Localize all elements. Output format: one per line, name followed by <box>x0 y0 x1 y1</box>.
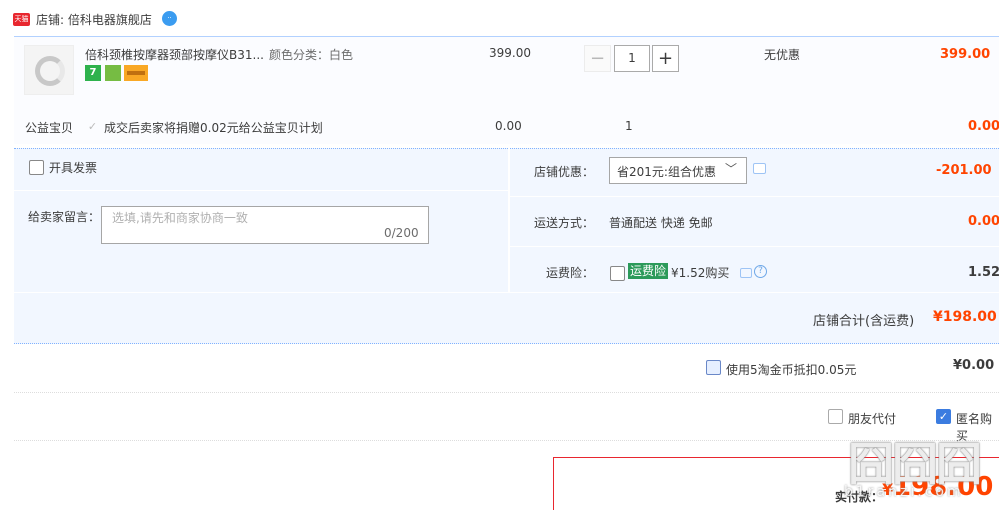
product-sku: 颜色分类：白色 <box>269 48 354 62</box>
comment-icon[interactable] <box>740 268 752 278</box>
product-thumbnail[interactable] <box>24 45 74 95</box>
tmall-icon: 天猫 <box>13 13 30 26</box>
unit-price: 399.00 <box>489 46 531 60</box>
charity-price: 0.00 <box>495 119 522 133</box>
seven-day-return-icon: 7 <box>85 65 101 81</box>
charity-text: 成交后卖家将捐赠0.02元给公益宝贝计划 <box>104 121 323 135</box>
friend-pay-checkbox[interactable] <box>828 409 843 424</box>
chevron-down-icon: ﹀ <box>725 162 738 176</box>
insurance-checkbox[interactable] <box>610 266 625 281</box>
help-icon[interactable]: ? <box>754 265 767 278</box>
shop-discount-label: 店铺优惠： <box>534 165 595 179</box>
invoice-checkbox[interactable] <box>29 160 44 175</box>
charity-label: 公益宝贝 <box>25 121 74 135</box>
shop-total-label: 店铺合计(含运费) <box>813 314 915 329</box>
friend-pay-label[interactable]: 朋友代付 <box>848 410 896 427</box>
coins-label[interactable]: 使用5淘金币抵扣0.05元 <box>726 361 856 378</box>
divider <box>510 246 999 247</box>
item-discount: 无优惠 <box>764 48 801 62</box>
coins-amount: ¥0.00 <box>953 358 995 373</box>
anonymous-checkbox[interactable]: ✓ <box>936 409 951 424</box>
shop-total-amount: ¥198.00 <box>933 309 997 325</box>
quantity-decrease-button[interactable]: − <box>584 45 611 72</box>
quantity-increase-button[interactable]: + <box>652 45 679 72</box>
divider <box>510 196 999 197</box>
charity-check-icon: ✓ <box>87 120 98 133</box>
insurance-amount: 1.52 <box>968 265 999 280</box>
divider <box>14 190 508 191</box>
insurance-price: ¥1.52购买 <box>671 266 730 280</box>
shop-name-link[interactable]: 店铺: 倍科电器旗舰店 <box>36 11 152 28</box>
shipping-method: 普通配送 快递 免邮 <box>609 216 713 230</box>
guarantee-icon <box>105 65 121 81</box>
shipping-label: 运送方式： <box>534 216 595 230</box>
item-subtotal: 399.00 <box>940 47 991 62</box>
divider <box>14 392 999 393</box>
watermark-url: b1ranzi.com <box>844 484 964 500</box>
invoice-label[interactable]: 开具发票 <box>49 159 97 176</box>
insurance-badge: 运费险 <box>628 263 669 279</box>
message-label: 给卖家留言： <box>28 210 101 224</box>
product-title-link[interactable]: 倍科颈椎按摩器颈部按摩仪B31... <box>85 46 264 63</box>
charity-subtotal: 0.00 <box>968 119 999 134</box>
comment-icon[interactable] <box>753 163 766 174</box>
shop-discount-selected: 省201元:组合优惠 <box>617 165 716 179</box>
charity-qty: 1 <box>625 119 633 133</box>
shop-discount-amount: -201.00 <box>936 163 992 178</box>
message-placeholder: 选填,请先和商家协商一致 <box>112 211 248 225</box>
shipping-amount: 0.00 <box>968 214 999 229</box>
credit-card-icon <box>124 65 148 81</box>
insurance-label: 运费险： <box>546 266 595 280</box>
coins-checkbox[interactable] <box>706 360 721 375</box>
quantity-input[interactable]: 1 <box>614 45 650 72</box>
message-char-counter: 0/200 <box>384 226 419 240</box>
chat-seller-icon[interactable]: ·· <box>162 11 177 26</box>
